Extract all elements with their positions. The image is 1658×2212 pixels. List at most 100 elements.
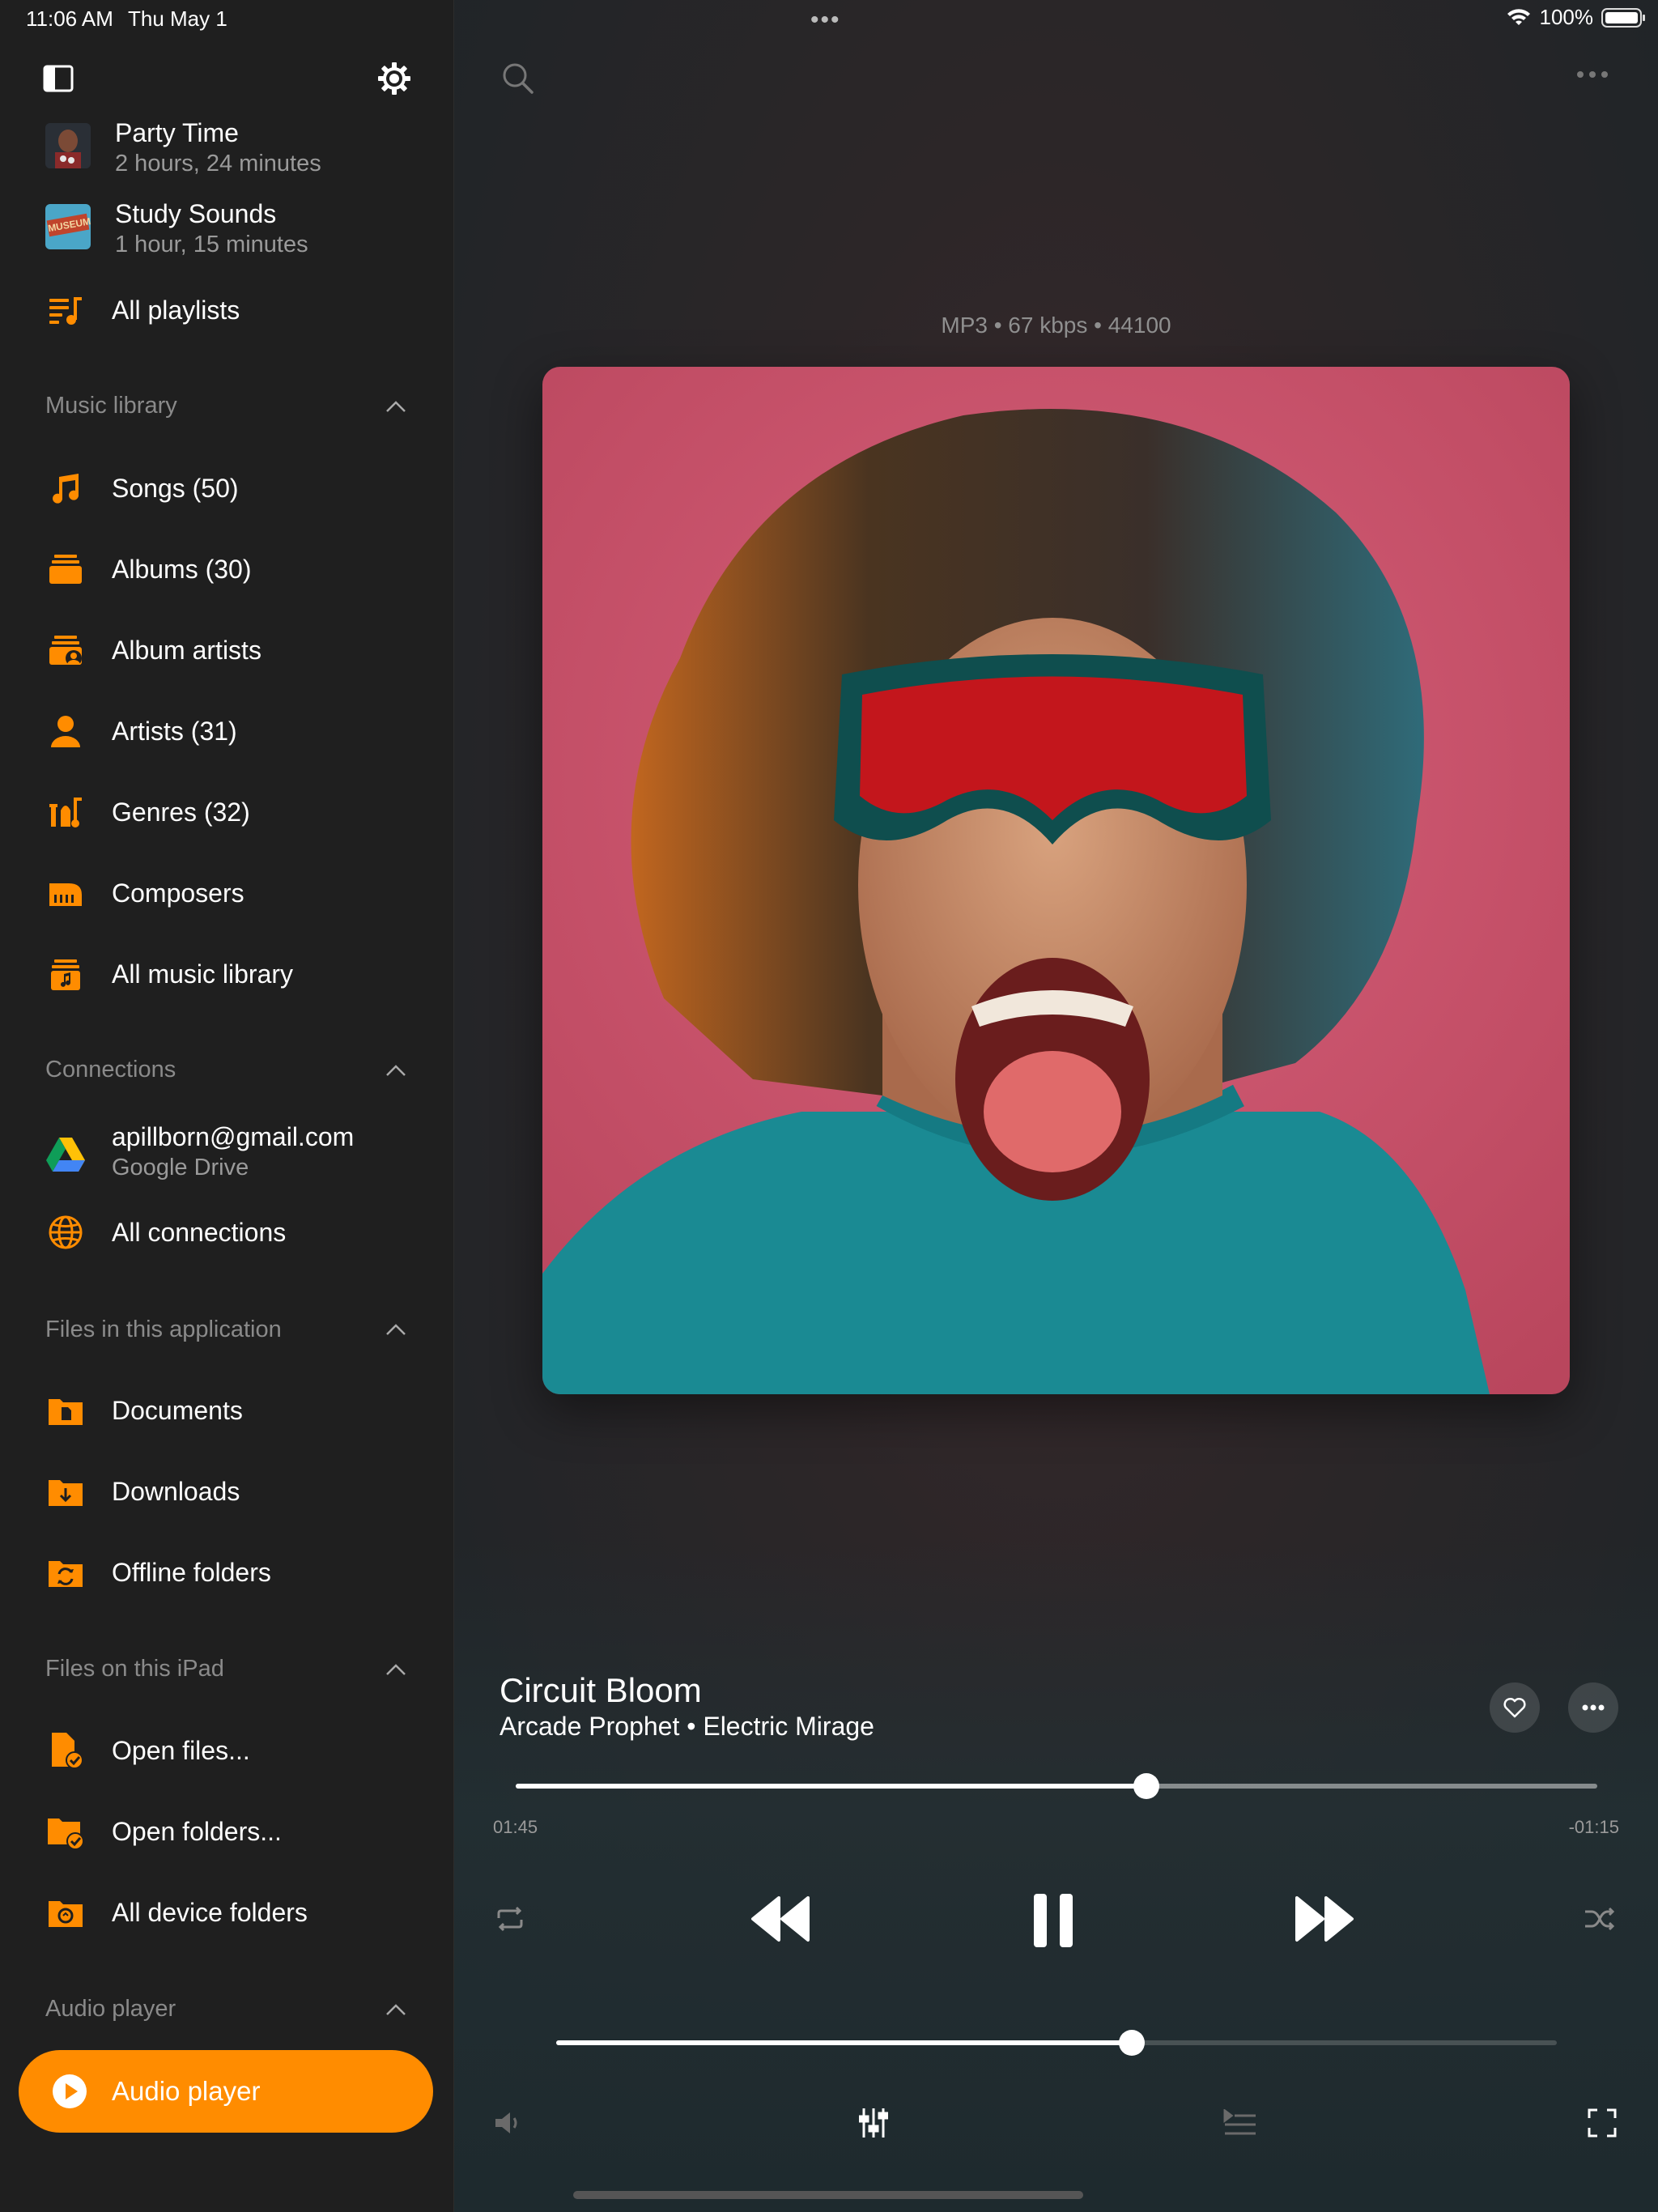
section-header-files-ipad: Files on this iPad [45, 1656, 224, 1682]
music-note-icon [45, 468, 86, 508]
chevron-up-icon[interactable] [385, 1663, 406, 1676]
equalizer-button[interactable] [853, 2105, 894, 2141]
queue-icon [1223, 2109, 1256, 2135]
wifi-icon [1507, 8, 1530, 25]
track-more-button[interactable] [1568, 1682, 1618, 1733]
background-gradient [454, 1538, 1658, 2212]
volume-fill [556, 2040, 1132, 2045]
sidebar-item-label: All music library [112, 959, 294, 989]
shuffle-button[interactable] [1579, 1901, 1620, 1937]
sidebar-item-all-device-folders[interactable]: All device folders [0, 1892, 453, 1933]
playlist-thumbnail: MUSEUM [45, 204, 91, 249]
repeat-icon [497, 1906, 523, 1932]
sidebar-item-songs[interactable]: Songs (50) [0, 468, 453, 508]
sidebar-item-downloads[interactable]: Downloads [0, 1471, 453, 1512]
play-circle-icon [53, 2074, 87, 2108]
playlist-duration: 2 hours, 24 minutes [115, 151, 321, 177]
globe-icon [45, 1212, 86, 1253]
genres-icon [45, 792, 86, 832]
shuffle-icon [1585, 1907, 1615, 1931]
section-header-connections: Connections [45, 1057, 176, 1083]
sidebar-item-album-artists[interactable]: Album artists [0, 630, 453, 670]
sidebar-item-label: Composers [112, 878, 244, 908]
status-date: Thu May 1 [128, 6, 227, 31]
now-playing-panel: MP3 • 67 kbps • 44100 Circuit Bloom Arca… [454, 0, 1658, 2212]
volume-knob[interactable] [1118, 2030, 1145, 2056]
sidebar-item-composers[interactable]: Composers [0, 873, 453, 913]
queue-button[interactable] [1217, 2105, 1262, 2141]
sidebar-item-all-music-library[interactable]: All music library [0, 954, 453, 994]
sidebar-item-label: Album artists [112, 635, 261, 665]
sidebar-item-open-files[interactable]: Open files... [0, 1730, 453, 1771]
battery-icon [1601, 7, 1645, 28]
sidebar-item-label: All connections [112, 1217, 287, 1247]
pause-button[interactable] [1021, 1887, 1086, 1955]
fullscreen-icon [1588, 2108, 1617, 2138]
chevron-up-icon[interactable] [385, 1064, 406, 1077]
chevron-up-icon[interactable] [385, 400, 406, 413]
sidebar-item-label: Open folders... [112, 1816, 282, 1846]
sidebar-item-offline-folders[interactable]: Offline folders [0, 1552, 453, 1593]
sidebar-item-open-folders[interactable]: Open folders... [0, 1811, 453, 1852]
connection-email: apillborn@gmail.com [112, 1122, 355, 1151]
status-right: 100% [1506, 5, 1645, 30]
more-options-icon[interactable] [1574, 60, 1611, 89]
home-indicator[interactable] [573, 2191, 1083, 2199]
open-folder-icon [45, 1811, 86, 1852]
sidebar-item-label: All device folders [112, 1897, 308, 1927]
track-artist-album[interactable]: Arcade Prophet • Electric Mirage [500, 1712, 874, 1742]
all-playlists-item[interactable]: All playlists [0, 290, 453, 330]
audio-player-button[interactable]: Audio player [19, 2050, 433, 2133]
documents-folder-icon [45, 1390, 86, 1431]
sidebar-item-label: Downloads [112, 1476, 240, 1506]
volume-slider[interactable] [556, 2030, 1557, 2056]
sidebar-toggle-icon[interactable] [40, 60, 77, 97]
playlist-icon [45, 290, 86, 330]
chevron-up-icon[interactable] [385, 2003, 406, 2016]
connection-service: Google Drive [112, 1155, 249, 1180]
search-icon[interactable] [500, 60, 537, 97]
status-time: 11:06 AM [26, 6, 113, 31]
device-folders-icon [45, 1892, 86, 1933]
fast-forward-button[interactable] [1290, 1887, 1358, 1951]
section-header-files-app: Files in this application [45, 1317, 282, 1342]
all-playlists-label: All playlists [112, 295, 240, 325]
downloads-folder-icon [45, 1471, 86, 1512]
remaining-time: -01:15 [1568, 1817, 1619, 1837]
sidebar-item-label: Open files... [112, 1735, 250, 1765]
rewind-icon [751, 1896, 810, 1942]
playback-progress-slider[interactable] [516, 1773, 1597, 1799]
track-title: Circuit Bloom [500, 1671, 702, 1709]
progress-knob[interactable] [1133, 1773, 1159, 1799]
sidebar-item-albums[interactable]: Albums (30) [0, 549, 453, 589]
open-file-icon [45, 1730, 86, 1771]
section-header-music-library: Music library [45, 393, 177, 419]
volume-button[interactable] [488, 2105, 529, 2141]
album-artwork [542, 367, 1570, 1394]
repeat-button[interactable] [490, 1901, 530, 1937]
status-bar: 11:06 AM Thu May 1 ••• 100% [0, 0, 1658, 39]
battery-percent: 100% [1539, 5, 1594, 29]
sidebar-item-genres[interactable]: Genres (32) [0, 792, 453, 832]
playlist-title: Study Sounds [115, 199, 277, 228]
sidebar-item-label: Songs (50) [112, 473, 239, 503]
heart-icon [1503, 1697, 1526, 1718]
sidebar: Party Time 2 hours, 24 minutes MUSEUM St… [0, 0, 454, 2212]
playlist-thumb-label: MUSEUM [46, 213, 91, 237]
settings-gear-icon[interactable] [376, 60, 413, 97]
multitasking-dots[interactable]: ••• [810, 6, 841, 34]
album-artists-icon [45, 630, 86, 670]
fullscreen-button[interactable] [1582, 2105, 1622, 2141]
playlist-thumbnail [45, 123, 91, 168]
pause-icon [1034, 1894, 1073, 1947]
section-header-audio-player: Audio player [45, 1996, 176, 2022]
sidebar-item-label: Albums (30) [112, 554, 252, 584]
piano-icon [45, 873, 86, 913]
sidebar-item-label: Genres (32) [112, 797, 250, 827]
sidebar-item-artists[interactable]: Artists (31) [0, 711, 453, 751]
sidebar-item-documents[interactable]: Documents [0, 1390, 453, 1431]
chevron-up-icon[interactable] [385, 1323, 406, 1336]
sidebar-item-all-connections[interactable]: All connections [0, 1212, 453, 1253]
rewind-button[interactable] [746, 1887, 814, 1951]
favorite-button[interactable] [1490, 1682, 1540, 1733]
